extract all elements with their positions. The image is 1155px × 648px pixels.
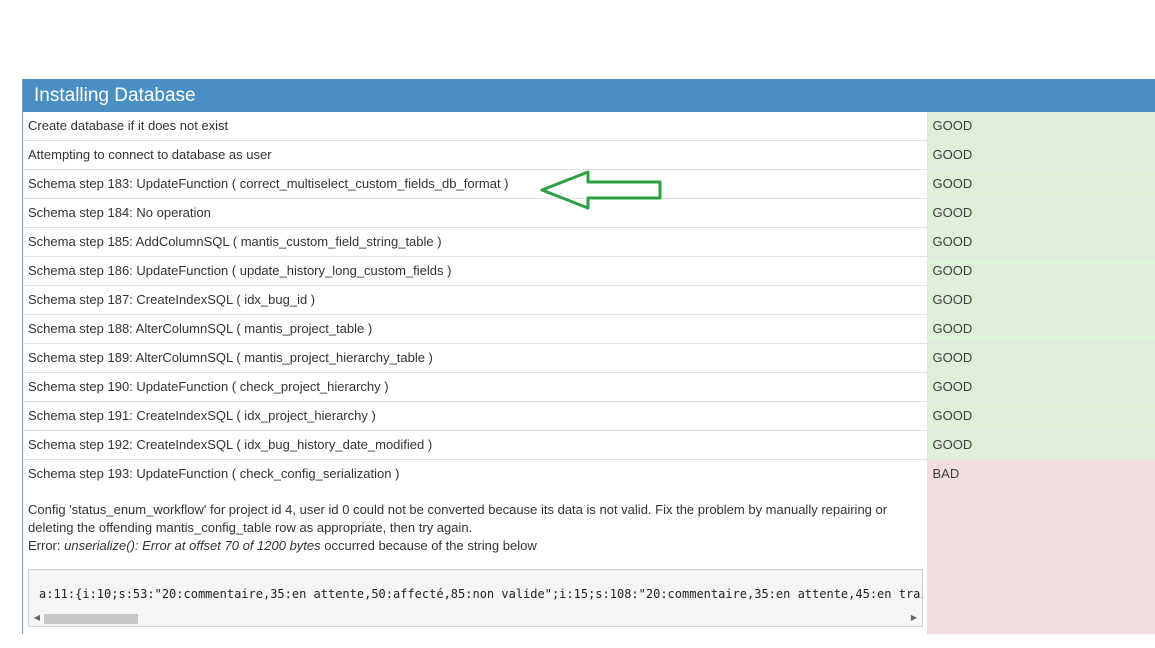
serialized-string: a:11:{i:10;s:53:"20:commentaire,35:en at… — [39, 587, 923, 601]
step-description-text: Schema step 183: UpdateFunction ( correc… — [28, 176, 509, 191]
table-row: Schema step 188: AlterColumnSQL ( mantis… — [23, 314, 1155, 344]
table-row: Schema step 189: AlterColumnSQL ( mantis… — [23, 343, 1155, 373]
status-badge: GOOD — [927, 140, 1155, 170]
table-row: Schema step 184: No operation GOOD — [23, 198, 1155, 228]
step-description: Attempting to connect to database as use… — [23, 140, 928, 170]
step-description: Schema step 190: UpdateFunction ( check_… — [23, 372, 928, 402]
install-panel: Installing Database Create database if i… — [22, 79, 1155, 634]
status-badge: GOOD — [927, 112, 1155, 141]
status-badge: GOOD — [927, 227, 1155, 257]
error-message-text: Config 'status_enum_workflow' for projec… — [28, 502, 888, 535]
table-row: Schema step 185: AddColumnSQL ( mantis_c… — [23, 227, 1155, 257]
status-badge: GOOD — [927, 314, 1155, 344]
status-badge: GOOD — [927, 285, 1155, 315]
table-row: Schema step 190: UpdateFunction ( check_… — [23, 372, 1155, 402]
step-description: Schema step 192: CreateIndexSQL ( idx_bu… — [23, 430, 928, 460]
step-description: Schema step 186: UpdateFunction ( update… — [23, 256, 928, 286]
table-row: Schema step 192: CreateIndexSQL ( idx_bu… — [23, 430, 1155, 460]
error-detail: unserialize(): Error at offset 70 of 120… — [64, 538, 321, 553]
install-steps-table: Create database if it does not exist GOO… — [23, 112, 1155, 634]
table-row: Schema step 191: CreateIndexSQL ( idx_pr… — [23, 401, 1155, 431]
status-badge: BAD — [927, 459, 1155, 634]
panel-title: Installing Database — [23, 79, 1155, 112]
table-row: Attempting to connect to database as use… — [23, 140, 1155, 170]
scroll-left-icon[interactable]: ◀ — [31, 610, 43, 626]
status-badge: GOOD — [927, 372, 1155, 402]
scrollbar-thumb[interactable] — [44, 614, 138, 624]
table-row: Schema step 183: UpdateFunction ( correc… — [23, 169, 1155, 210]
step-description: Schema step 187: CreateIndexSQL ( idx_bu… — [23, 285, 928, 315]
step-description: Schema step 189: AlterColumnSQL ( mantis… — [23, 343, 928, 373]
table-row: Schema step 186: UpdateFunction ( update… — [23, 256, 1155, 286]
failed-step-title: Schema step 193: UpdateFunction ( check_… — [28, 466, 400, 481]
status-badge: GOOD — [927, 343, 1155, 373]
step-description: Schema step 184: No operation — [23, 198, 928, 228]
status-badge: GOOD — [927, 401, 1155, 431]
status-badge: GOOD — [927, 169, 1155, 199]
step-description: Schema step 185: AddColumnSQL ( mantis_c… — [23, 227, 928, 257]
error-suffix: occurred because of the string below — [320, 538, 537, 553]
table-row: Schema step 187: CreateIndexSQL ( idx_bu… — [23, 285, 1155, 315]
failed-step-row: Schema step 193: UpdateFunction ( check_… — [23, 459, 1155, 634]
status-badge: GOOD — [927, 198, 1155, 228]
step-description: Create database if it does not exist — [23, 112, 928, 141]
status-badge: GOOD — [927, 256, 1155, 286]
horizontal-scrollbar[interactable]: ◀ ▶ — [29, 610, 922, 626]
serialized-string-box[interactable]: a:11:{i:10;s:53:"20:commentaire,35:en at… — [28, 569, 923, 627]
status-badge: GOOD — [927, 430, 1155, 460]
error-message: Config 'status_enum_workflow' for projec… — [28, 501, 923, 555]
table-row: Create database if it does not exist GOO… — [23, 112, 1155, 141]
step-description: Schema step 183: UpdateFunction ( correc… — [23, 169, 928, 210]
step-description: Schema step 191: CreateIndexSQL ( idx_pr… — [23, 401, 928, 431]
failed-step-details: Schema step 193: UpdateFunction ( check_… — [23, 459, 928, 634]
step-description: Schema step 188: AlterColumnSQL ( mantis… — [23, 314, 928, 344]
scroll-right-icon[interactable]: ▶ — [908, 610, 920, 626]
error-prefix: Error: — [28, 538, 65, 553]
